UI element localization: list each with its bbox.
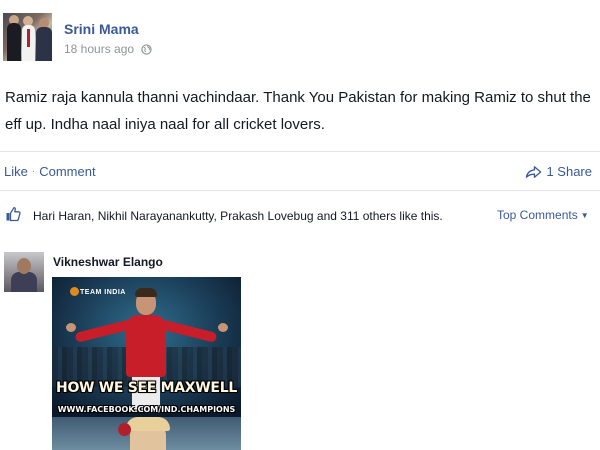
top-comments-dropdown[interactable]: Top Comments ▼: [497, 208, 589, 222]
divider: [0, 190, 600, 191]
post-meta: 18 hours ago: [64, 42, 152, 56]
commenter-avatar[interactable]: [4, 252, 44, 292]
thumbs-up-icon: [6, 207, 21, 222]
globe-icon[interactable]: [141, 43, 152, 55]
post-author-name[interactable]: Srini Mama: [64, 21, 139, 37]
post-timestamp[interactable]: 18 hours ago: [64, 42, 134, 56]
comment-link[interactable]: Comment: [39, 164, 95, 179]
likes-text[interactable]: Hari Haran, Nikhil Narayanankutty, Praka…: [33, 208, 463, 225]
caret-down-icon: ▼: [580, 210, 589, 220]
meme-logo-text: TEAM INDIA: [80, 289, 126, 296]
post-body-text: Ramiz raja kannula thanni vachindaar. Th…: [5, 89, 591, 133]
top-comments-label: Top Comments: [497, 208, 578, 222]
share-icon: [526, 165, 542, 178]
team-india-badge-icon: [70, 287, 79, 296]
divider: [0, 151, 600, 152]
author-avatar[interactable]: [3, 13, 52, 61]
cricket-ball-icon: [118, 423, 131, 436]
meme-caption: HOW WE SEE MAXWELL: [56, 380, 237, 396]
comment-author-name[interactable]: Vikneshwar Elango: [53, 255, 163, 269]
action-separator: ·: [31, 166, 36, 177]
like-link[interactable]: Like: [4, 164, 28, 179]
share-count-label: 1 Share: [546, 164, 592, 179]
share-button[interactable]: 1 Share: [525, 164, 592, 179]
post-actions: Like · Comment: [4, 164, 96, 179]
meme-watermark: WWW.FACEBOOK.COM/IND.CHAMPIONS: [57, 405, 236, 414]
facebook-post: Srini Mama 18 hours ago Ramiz raja kannu…: [0, 0, 600, 450]
comment-image[interactable]: TEAM INDIA HOW WE SEE MAXWELL WWW.FACEBO…: [52, 277, 241, 450]
